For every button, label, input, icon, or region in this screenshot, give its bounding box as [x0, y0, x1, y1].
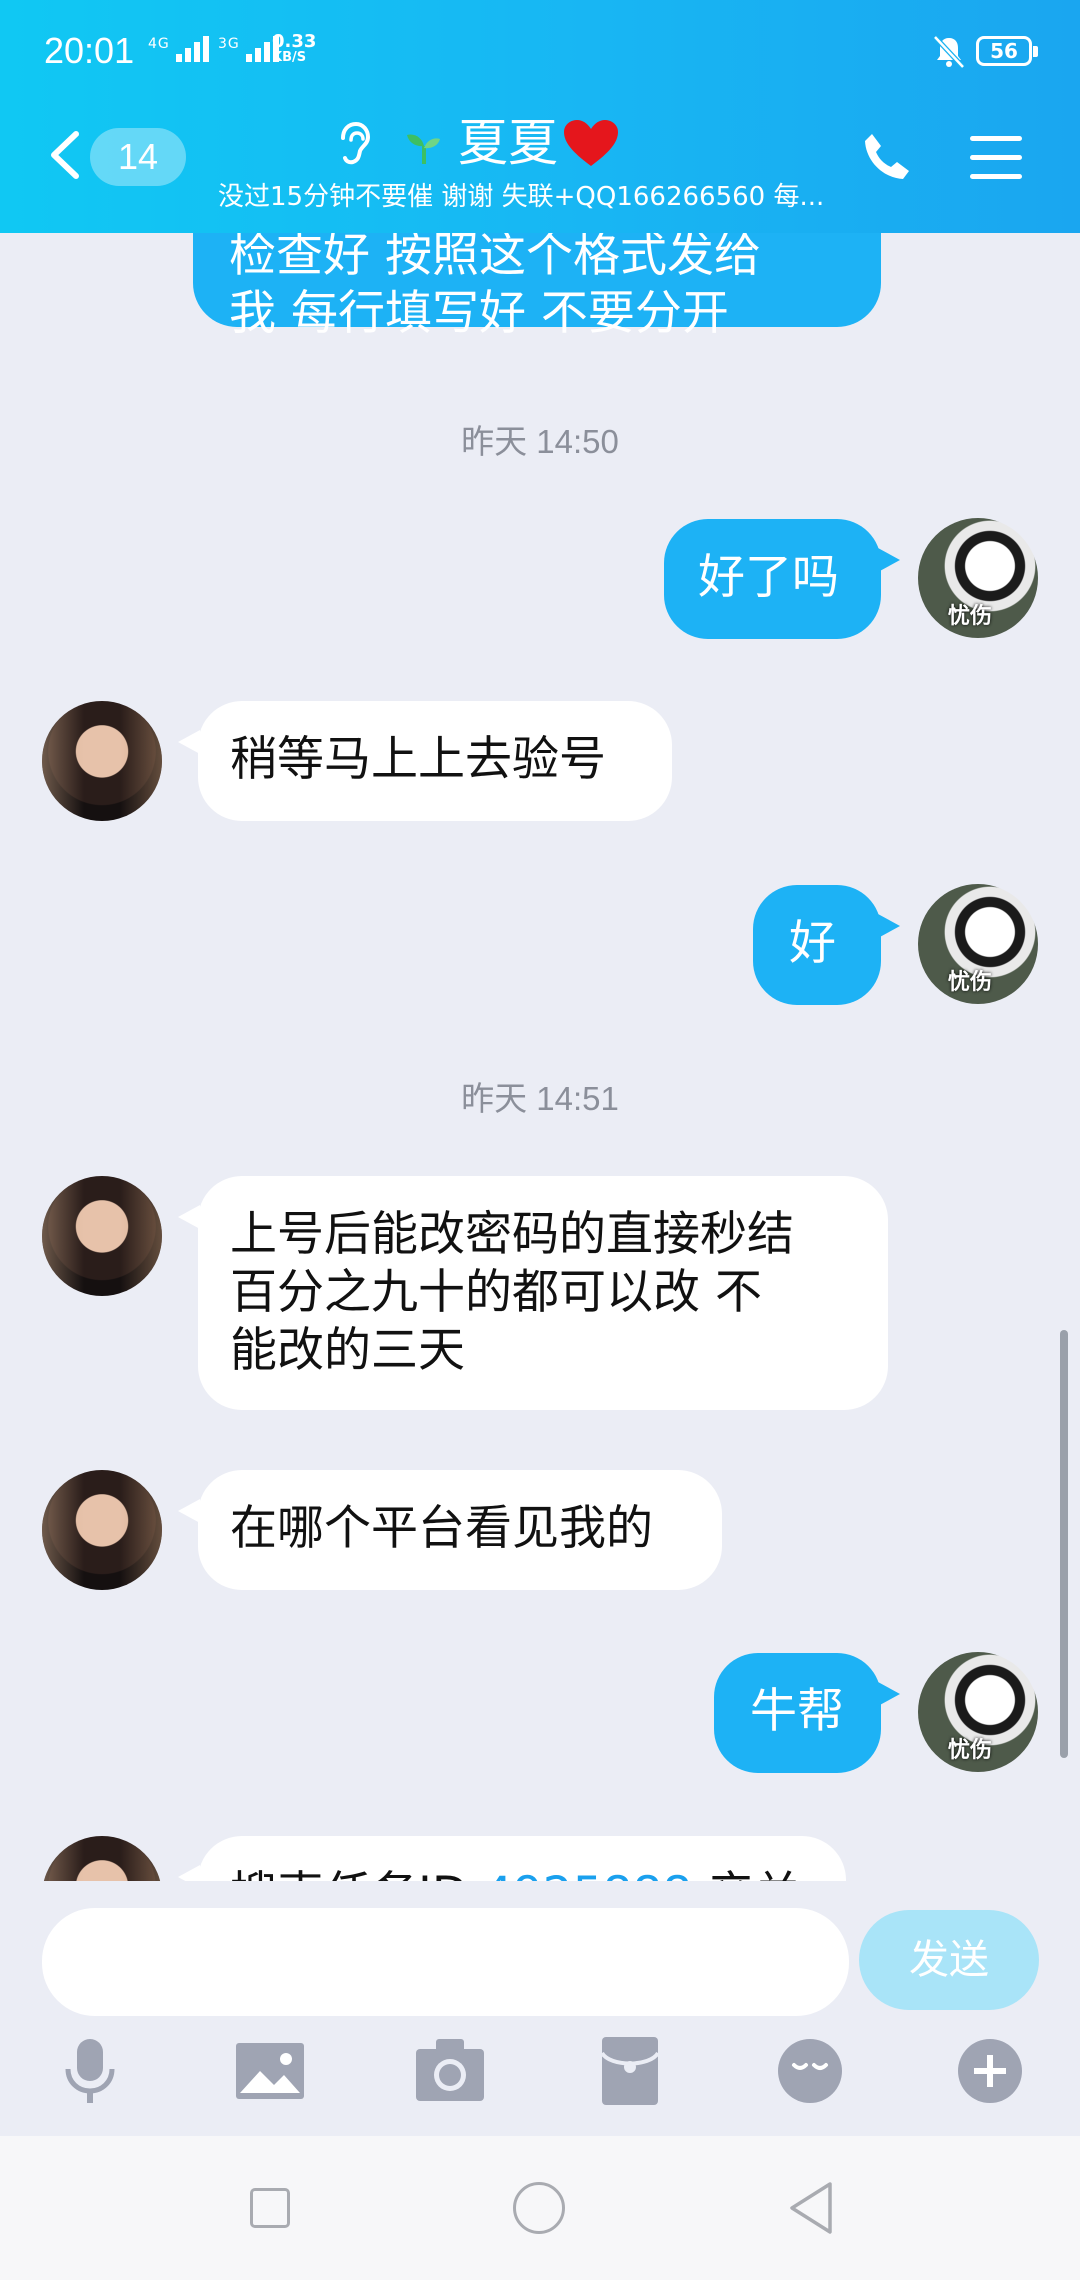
- mute-bell-icon: [933, 35, 965, 69]
- avatar-me[interactable]: 忧伤: [918, 884, 1038, 1004]
- task-id-link[interactable]: 4925888: [483, 1867, 692, 1881]
- message-bubble-incoming[interactable]: 搜索任务ID 4925888 产关: [198, 1836, 846, 1881]
- signal-icon: [175, 36, 218, 62]
- message-list[interactable]: 检查好 按照这个格式发给 我 每行填写好 不要分开 昨天 14:50 好了吗 忧…: [0, 233, 1080, 1881]
- timestamp: 昨天 14:51: [461, 1080, 619, 1117]
- recent-apps-icon[interactable]: [250, 2188, 290, 2228]
- message-bubble-incoming[interactable]: 上号后能改密码的直接秒结 百分之九十的都可以改 不 能改的三天: [198, 1176, 888, 1410]
- avatar-me[interactable]: 忧伤: [918, 518, 1038, 638]
- signal-indicators: 4G 3G: [148, 36, 282, 62]
- message-text: 检查好 按照这个格式发给: [229, 233, 761, 283]
- message-bubble-incoming[interactable]: 稍等马上上去验号: [198, 701, 672, 821]
- message-text: 能改的三天: [230, 1323, 465, 1378]
- heart-icon: [564, 120, 618, 166]
- message-text: 上号后能改密码的直接秒结: [230, 1207, 794, 1262]
- message-text: 我 每行填写好 不要分开: [229, 286, 729, 341]
- network-2-label: 3G: [217, 36, 240, 52]
- sprout-icon: [407, 134, 440, 164]
- input-toolbar: [0, 2031, 1080, 2121]
- bubble-tail: [178, 1499, 200, 1523]
- bubble-tail: [878, 914, 900, 938]
- message-text: 好: [789, 916, 836, 971]
- plus-icon[interactable]: [950, 2031, 1030, 2111]
- back-triangle-icon[interactable]: [786, 2180, 836, 2236]
- system-navigation-bar: [0, 2136, 1080, 2280]
- status-bar: 20:01 4G 3G 0.33 KB/S 56: [0, 0, 1080, 100]
- avatar-me[interactable]: 忧伤: [918, 1652, 1038, 1772]
- contact-signature: 没过15分钟不要催 谢谢 失联+QQ166266560 每...: [218, 182, 825, 212]
- message-text: 百分之九十的都可以改 不: [230, 1265, 762, 1320]
- network-1-label: 4G: [148, 36, 170, 52]
- speed-value: 0.33: [272, 31, 317, 52]
- unread-count-badge[interactable]: 14: [90, 128, 186, 186]
- status-time: 20:01: [44, 30, 135, 71]
- ear-icon: [341, 121, 371, 165]
- avatar-contact[interactable]: [42, 1470, 162, 1590]
- battery-indicator: 56: [976, 36, 1038, 66]
- red-packet-icon[interactable]: [590, 2031, 670, 2111]
- contact-name[interactable]: 夏夏: [458, 112, 558, 174]
- bubble-tail: [178, 730, 200, 754]
- message-text: 在哪个平台看见我的: [230, 1501, 653, 1556]
- avatar-caption: 忧伤: [948, 1738, 993, 1763]
- avatar-caption: 忧伤: [948, 970, 993, 995]
- scrollbar[interactable]: [1060, 1330, 1068, 1758]
- network-speed: 0.33 KB/S: [272, 31, 317, 66]
- message-text: 好了吗: [698, 550, 839, 605]
- timestamp: 昨天 14:50: [461, 423, 619, 460]
- message-bubble-outgoing[interactable]: 牛帮: [714, 1653, 881, 1773]
- avatar-contact[interactable]: [42, 701, 162, 821]
- emoji-icon[interactable]: [770, 2031, 850, 2111]
- bubble-tail: [878, 1682, 900, 1706]
- menu-icon[interactable]: [970, 136, 1022, 180]
- message-bubble-incoming[interactable]: 在哪个平台看见我的: [198, 1470, 722, 1590]
- bubble-tail: [178, 1205, 200, 1229]
- avatar-caption: 忧伤: [948, 604, 993, 629]
- speed-unit: KB/S: [272, 50, 307, 65]
- message-input[interactable]: [42, 1908, 849, 2016]
- image-icon[interactable]: [230, 2031, 310, 2111]
- chat-header: 20:01 4G 3G 0.33 KB/S 56 14 夏夏 没过15分钟不要催…: [0, 0, 1080, 233]
- home-icon[interactable]: [513, 2182, 565, 2234]
- message-text: 稍等马上上去验号: [230, 732, 606, 787]
- microphone-icon[interactable]: [50, 2031, 130, 2111]
- avatar-contact[interactable]: [42, 1176, 162, 1296]
- back-arrow-icon[interactable]: [48, 130, 82, 180]
- input-bar: 发送: [0, 1881, 1080, 2136]
- camera-icon[interactable]: [410, 2031, 490, 2111]
- bubble-tail: [178, 1865, 200, 1881]
- message-text: 搜索任务ID: [230, 1867, 483, 1881]
- message-text: 产关: [692, 1867, 801, 1881]
- phone-call-icon[interactable]: [860, 130, 914, 184]
- bubble-tail: [878, 548, 900, 572]
- message-bubble-outgoing[interactable]: 检查好 按照这个格式发给 我 每行填写好 不要分开: [193, 233, 881, 341]
- avatar-contact[interactable]: [42, 1836, 162, 1881]
- message-text: 牛帮: [750, 1684, 844, 1739]
- send-button[interactable]: 发送: [859, 1910, 1039, 2010]
- message-bubble-outgoing[interactable]: 好了吗: [664, 519, 881, 639]
- message-bubble-outgoing[interactable]: 好: [753, 885, 881, 1005]
